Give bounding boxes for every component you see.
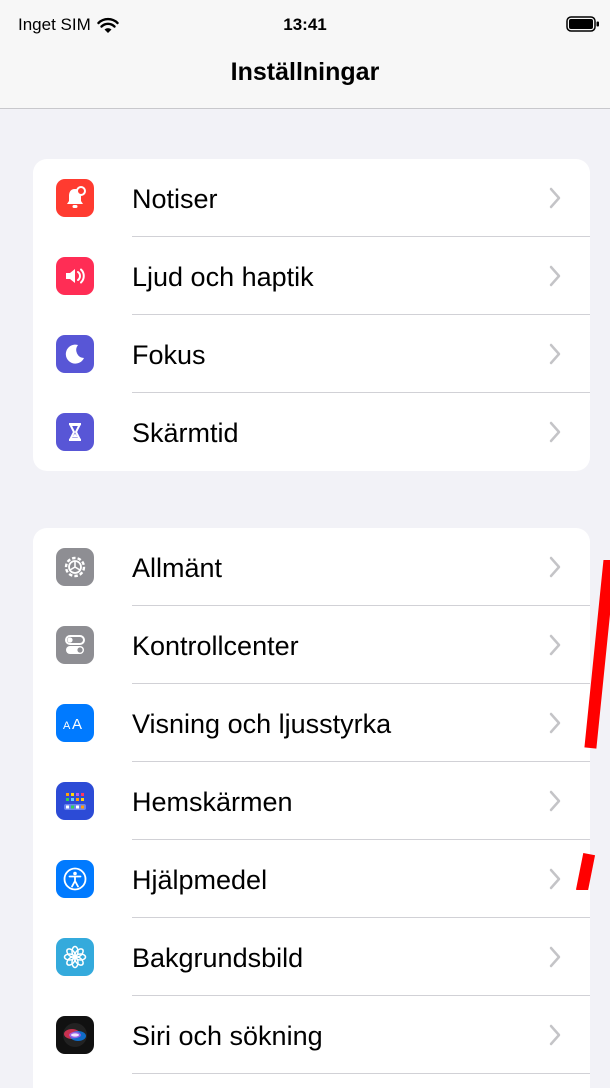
settings-row-hemskarmen[interactable]: Hemskärmen [33, 762, 590, 840]
svg-text:A: A [72, 716, 82, 733]
status-bar: Inget SIM 13:41 [0, 0, 610, 50]
settings-row-skarmtid[interactable]: Skärmtid [33, 393, 590, 471]
settings-row-kontrollcenter[interactable]: Kontrollcenter [33, 606, 590, 684]
gear-icon [56, 548, 94, 586]
flower-icon [56, 938, 94, 976]
settings-row-label: Hemskärmen [132, 787, 293, 817]
settings-row-label: Skärmtid [132, 418, 239, 448]
settings-row-allmant[interactable]: Allmänt [33, 528, 590, 606]
settings-row-ljud-och-haptik[interactable]: Ljud och haptik [33, 237, 590, 315]
settings-row-label: Siri och sökning [132, 1021, 323, 1051]
navigation-bar: Inställningar [0, 50, 610, 109]
settings-row-bakgrundsbild[interactable]: Bakgrundsbild [33, 918, 590, 996]
chevron-right-icon [549, 187, 561, 209]
home-screen-icon [56, 782, 94, 820]
notifications-icon [56, 179, 94, 217]
toggles-icon [56, 626, 94, 664]
separator [132, 1073, 590, 1074]
settings-row-label: Visning och ljusstyrka [132, 709, 392, 739]
settings-row-label: Bakgrundsbild [132, 943, 304, 973]
settings-row-label: Notiser [132, 184, 218, 214]
settings-row-label: Ljud och haptik [132, 262, 314, 292]
text-size-icon: AA [56, 704, 94, 742]
settings-row-hjalpmedel[interactable]: Hjälpmedel [33, 840, 590, 918]
siri-icon [56, 1016, 94, 1054]
page-title: Inställningar [230, 58, 380, 86]
settings-row-label: Fokus [132, 340, 206, 370]
settings-row-notiser[interactable]: Notiser [33, 159, 590, 237]
chevron-right-icon [549, 343, 561, 365]
chevron-right-icon [549, 421, 561, 443]
settings-row-fokus[interactable]: Fokus [33, 315, 590, 393]
settings-row-label: Allmänt [132, 553, 223, 583]
sound-icon [56, 257, 94, 295]
chevron-right-icon [549, 1024, 561, 1046]
settings-row-visning-och-ljusstyrka[interactable]: AA Visning och ljusstyrka [33, 684, 590, 762]
accessibility-icon [56, 860, 94, 898]
moon-icon [56, 335, 94, 373]
status-time: 13:41 [283, 15, 327, 34]
settings-group-1: Notiser Ljud och haptik Fokus Skärmtid [33, 159, 590, 471]
settings-group-2: Allmänt Kontrollcenter AA Visning och lj… [33, 528, 590, 1088]
hourglass-icon [56, 413, 94, 451]
battery-icon [566, 16, 599, 32]
svg-text:A: A [63, 720, 71, 732]
settings-row-siri-och-sokning[interactable]: Siri och sökning [33, 996, 590, 1074]
chevron-right-icon [549, 946, 561, 968]
red-annotation-marks [575, 560, 610, 890]
chevron-right-icon [549, 265, 561, 287]
settings-row-label: Kontrollcenter [132, 631, 299, 661]
settings-row-label: Hjälpmedel [132, 865, 268, 895]
